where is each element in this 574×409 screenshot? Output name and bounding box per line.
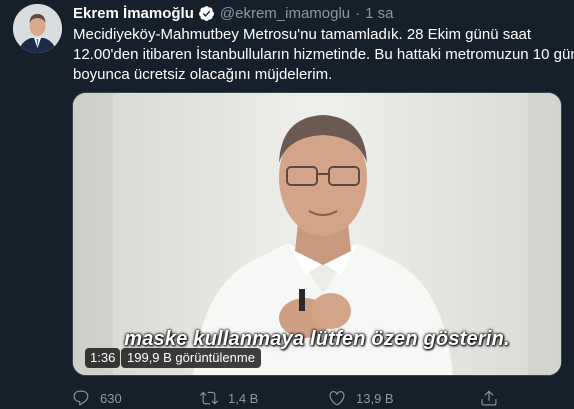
display-name[interactable]: Ekrem İmamoğlu xyxy=(73,5,194,22)
video-player[interactable]: maske kullanmaya lütfen özen gösterin. 1… xyxy=(72,92,562,376)
tweet[interactable]: Ekrem İmamoğlu @ekrem_imamoglu · 1 sa Me… xyxy=(0,0,574,409)
share-icon xyxy=(481,390,497,406)
like-button[interactable]: 13,9 B xyxy=(328,388,394,408)
reply-count: 630 xyxy=(100,390,122,406)
tweet-text-line: Mecidiyeköy-Mahmutbey Metrosu'nu tamamla… xyxy=(73,26,532,43)
like-icon xyxy=(329,391,345,406)
tweet-text-line: boyunca ücretsiz olacağını müjdelerim. xyxy=(73,66,333,83)
retweet-button[interactable]: 1,4 B xyxy=(200,388,258,408)
retweet-count: 1,4 B xyxy=(228,390,259,406)
share-button[interactable] xyxy=(480,388,508,408)
verified-badge-icon xyxy=(198,5,214,21)
tweet-header: Ekrem İmamoğlu @ekrem_imamoglu · 1 sa xyxy=(73,3,394,23)
tweet-text: Mecidiyeköy-Mahmutbey Metrosu'nu tamamla… xyxy=(73,25,574,85)
avatar[interactable] xyxy=(13,4,62,53)
reply-icon xyxy=(73,390,89,406)
avatar-image xyxy=(13,4,62,53)
tweet-actions: 630 1,4 B 13,9 B xyxy=(72,388,574,408)
tweet-text-line: 12.00'den itibaren İstanbulluların hizme… xyxy=(73,46,574,63)
video-duration: 1:36 xyxy=(85,348,121,368)
like-count: 13,9 B xyxy=(356,390,394,406)
retweet-icon xyxy=(200,391,218,405)
handle[interactable]: @ekrem_imamoglu xyxy=(220,5,350,22)
video-view-count: 199,9 B görüntülenme xyxy=(121,348,261,368)
timestamp[interactable]: 1 sa xyxy=(365,5,393,22)
reply-button[interactable]: 630 xyxy=(72,388,122,408)
separator-dot: · xyxy=(355,4,361,22)
